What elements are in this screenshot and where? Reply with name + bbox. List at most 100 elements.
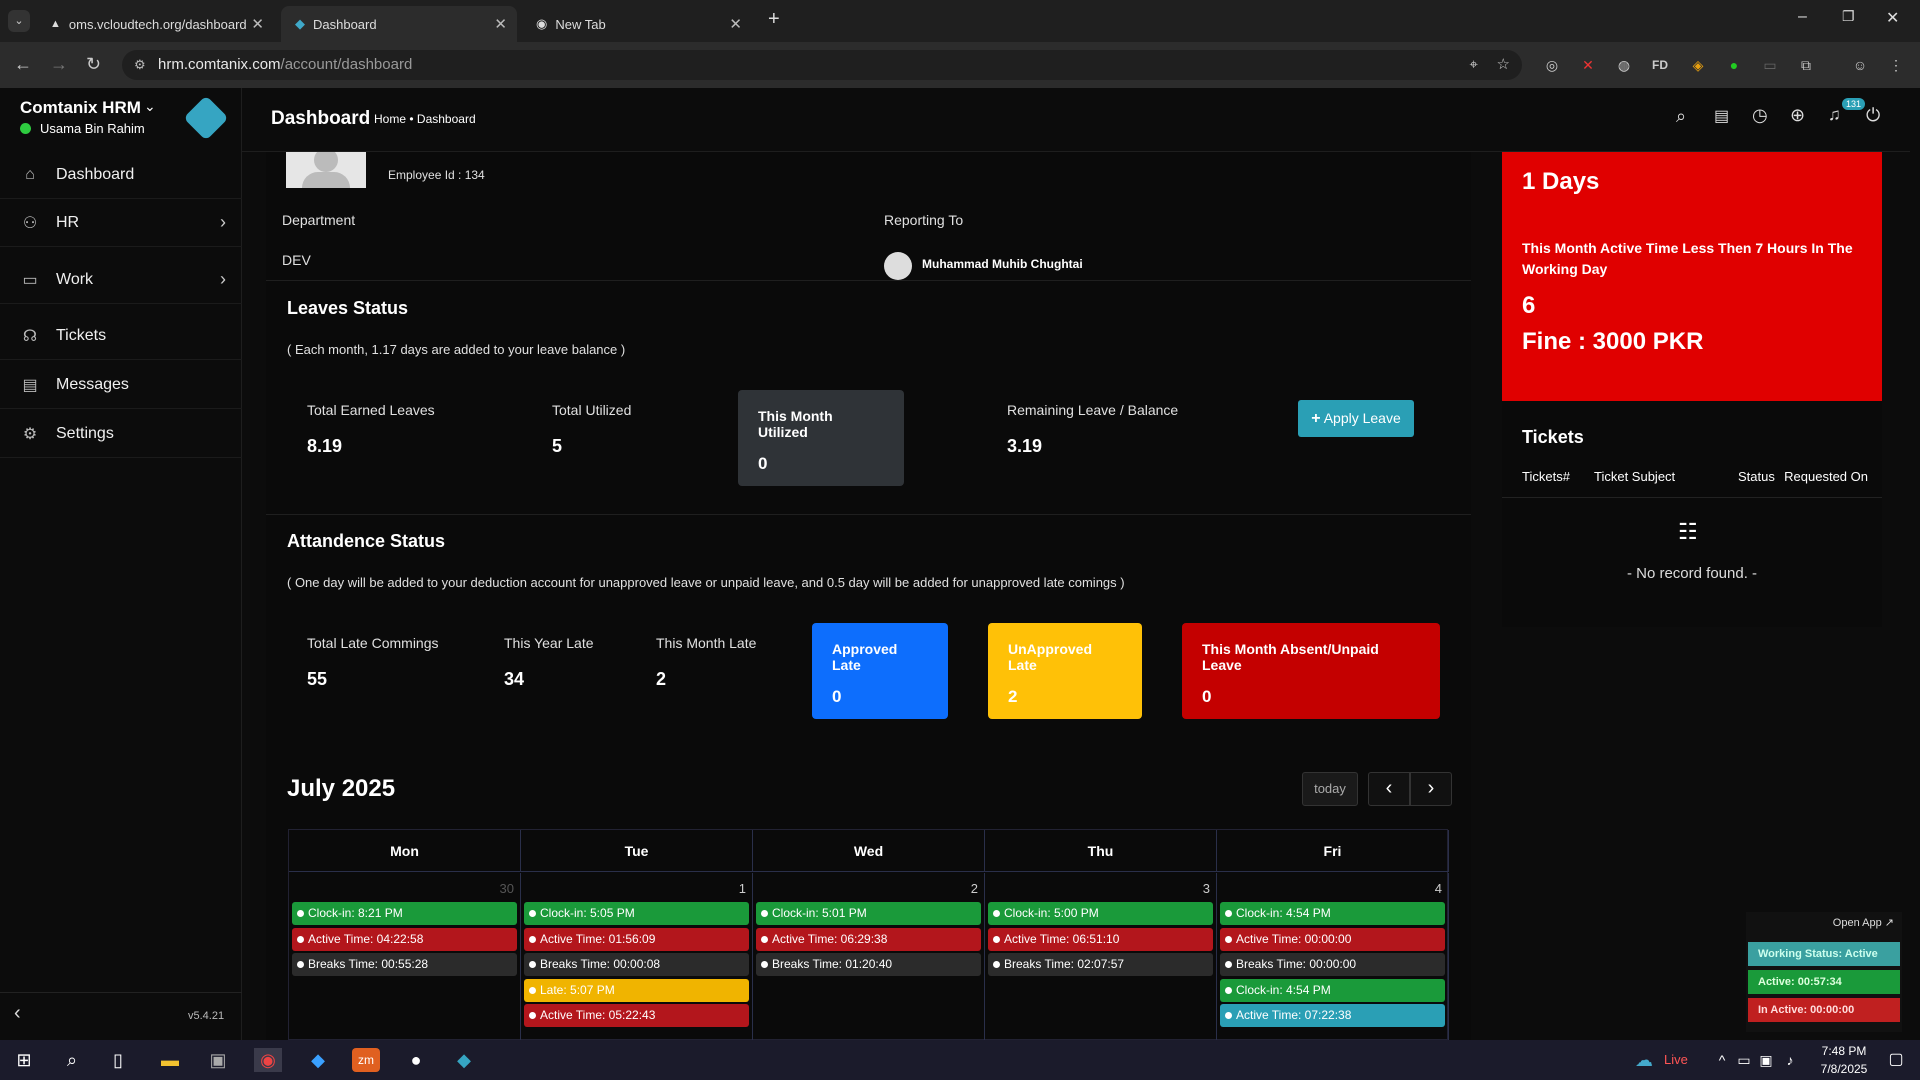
calendar-event[interactable]: Clock-in: 4:54 PM [1220,902,1445,925]
sidebar-item-label: Settings [56,424,114,442]
sidebar-item-hr[interactable]: ⚇ HR › [0,199,242,247]
tab-new[interactable]: ◉ New Tab ✕ [522,6,752,42]
day-number: 4 [1434,881,1442,896]
calendar-today-button[interactable]: today [1302,772,1358,806]
sidebar-item-work[interactable]: ▭ Work › [0,256,242,304]
file-explorer-icon[interactable]: ▬ [156,1048,184,1072]
clock-date[interactable]: 7/8/2025 [1812,1062,1876,1076]
home-icon: ⌂ [25,165,35,183]
calendar-event[interactable]: Active Time: 06:29:38 [756,928,981,951]
calendar-next-button[interactable]: › [1410,772,1452,806]
close-tab-icon[interactable]: ✕ [729,15,742,33]
windows-start-icon[interactable]: ⊞ [10,1048,38,1072]
address-bar[interactable]: ⚙ hrm.comtanix.com/account/dashboard ⌖ ☆ [122,50,1522,80]
reporting-to-value[interactable]: Muhammad Muhib Chughtai [922,257,1083,271]
new-tab-button[interactable]: + [768,8,780,31]
calendar-event[interactable]: Clock-in: 5:05 PM [524,902,749,925]
search-icon[interactable]: ⌕ [58,1048,86,1072]
browser-tab-bar: ⌄ ▲ oms.vcloudtech.org/dashboard ✕ ◆ Das… [0,0,1920,42]
extension-fd-icon[interactable]: FD [1650,55,1670,75]
breadcrumb-home[interactable]: Home [374,112,406,126]
calendar-day-cell[interactable]: 4 Clock-in: 4:54 PM Active Time: 00:00:0… [1217,873,1449,1043]
task-view-icon[interactable]: ▯ [104,1048,132,1072]
sidebar-item-settings[interactable]: ⚙ Settings [0,410,242,458]
company-name[interactable]: Comtanix HRM [20,98,141,118]
close-window-button[interactable]: ✕ [1886,8,1899,28]
extension-green-icon[interactable]: ● [1724,55,1744,75]
page-title: Dashboard [271,108,371,129]
tab-dashboard[interactable]: ◆ Dashboard ✕ [281,6,517,42]
calendar-day-cell[interactable]: 30 Clock-in: 8:21 PM Active Time: 04:22:… [289,873,521,1043]
calendar-event[interactable]: Active Time: 01:56:09 [524,928,749,951]
extension-close-icon[interactable]: ✕ [1578,55,1598,75]
open-app-link[interactable]: Open App ↗ [1833,916,1894,929]
notes-icon[interactable]: ▤ [1714,106,1729,126]
power-icon[interactable]: ⏻ [1866,105,1880,126]
sidebar-item-tickets[interactable]: ☊ Tickets [0,312,242,360]
calendar-event[interactable]: Active Time: 05:22:43 [524,1004,749,1027]
calendar-event[interactable]: Active Time: 07:22:38 [1220,1004,1445,1027]
collapse-sidebar-icon[interactable]: ‹ [14,1002,21,1025]
calendar-event[interactable]: Breaks Time: 02:07:57 [988,953,1213,976]
calendar-event[interactable]: Breaks Time: 00:00:00 [1220,953,1445,976]
calendar-day-cell[interactable]: 3 Clock-in: 5:00 PM Active Time: 06:51:1… [985,873,1217,1043]
avatar [286,152,366,188]
calendar-event[interactable]: Late: 5:07 PM [524,979,749,1002]
calendar-event[interactable]: Breaks Time: 00:00:08 [524,953,749,976]
apply-leave-button[interactable]: + Apply Leave [1298,400,1414,437]
location-icon[interactable]: ⌖ [1470,50,1478,80]
sidebar-item-dashboard[interactable]: ⌂ Dashboard [0,151,242,199]
site-info-icon[interactable]: ⚙ [134,50,146,80]
extension-screen-icon[interactable]: ▭ [1760,55,1780,75]
restore-button[interactable]: ❐ [1842,8,1855,25]
weather-icon[interactable]: ☁ [1630,1048,1658,1072]
chrome-icon[interactable]: ◉ [254,1048,282,1072]
bell-icon[interactable]: ♫ [1828,105,1841,125]
add-circle-icon[interactable]: ⊕ [1790,105,1805,126]
extension-globe-icon[interactable]: ◍ [1614,55,1634,75]
browser-menu-icon[interactable]: ⋮ [1886,55,1906,75]
calendar-event[interactable]: Clock-in: 4:54 PM [1220,979,1445,1002]
extensions-puzzle-icon[interactable]: ⧉ [1796,55,1816,75]
calendar-event[interactable]: Breaks Time: 00:55:28 [292,953,517,976]
calendar-event[interactable]: Active Time: 06:51:10 [988,928,1213,951]
tab-oms[interactable]: ▲ oms.vcloudtech.org/dashboard ✕ [36,6,274,42]
close-tab-icon[interactable]: ✕ [251,15,264,33]
calendar-event[interactable]: Breaks Time: 01:20:40 [756,953,981,976]
clock-time[interactable]: 7:48 PM [1812,1044,1876,1058]
calendar-event[interactable]: Clock-in: 5:00 PM [988,902,1213,925]
vscode-icon[interactable]: ◆ [304,1048,332,1072]
app-green-icon[interactable]: ● [402,1048,430,1072]
weather-label[interactable]: Live [1664,1052,1688,1067]
reload-icon[interactable]: ↻ [86,54,101,75]
calendar-day-cell[interactable]: 2 Clock-in: 5:01 PM Active Time: 06:29:3… [753,873,985,1043]
calendar-event[interactable]: Active Time: 00:00:00 [1220,928,1445,951]
back-icon[interactable]: ← [14,54,32,75]
search-icon[interactable]: ⌕ [1676,106,1686,127]
volume-icon[interactable]: ♪ [1776,1048,1804,1072]
minimize-button[interactable]: – [1798,8,1807,26]
calendar-prev-button[interactable]: ‹ [1368,772,1410,806]
unapproved-late-card: UnApproved Late 2 [988,623,1142,719]
store-icon[interactable]: ▣ [204,1048,232,1072]
calendar-header-thu: Thu [985,830,1217,872]
bookmark-star-icon[interactable]: ☆ [1497,50,1510,80]
profile-avatar[interactable]: ☺ [1850,55,1870,75]
tab-list-icon[interactable]: ⌄ [8,10,30,32]
zoho-icon[interactable]: zm [352,1048,380,1072]
sidebar-item-messages[interactable]: ▤ Messages [0,361,242,409]
extension-badge-icon[interactable]: ◈ [1688,55,1708,75]
calendar-day-cell[interactable]: 1 Clock-in: 5:05 PM Active Time: 01:56:0… [521,873,753,1043]
close-tab-icon[interactable]: ✕ [494,15,507,33]
app-diamond-icon[interactable]: ◆ [450,1048,478,1072]
calendar-event[interactable]: Clock-in: 5:01 PM [756,902,981,925]
briefcase-icon: ▭ [22,271,38,289]
clock-icon[interactable]: ◷ [1752,105,1768,126]
extension-glasses-icon[interactable]: ◎ [1542,55,1562,75]
calendar-event[interactable]: Active Time: 04:22:58 [292,928,517,951]
notification-center-icon[interactable]: ▢ [1882,1048,1910,1072]
company-dropdown-icon[interactable]: ⌄ [144,98,156,115]
calendar-event[interactable]: Clock-in: 8:21 PM [292,902,517,925]
forward-icon[interactable]: → [50,54,68,75]
manager-avatar [884,252,912,280]
